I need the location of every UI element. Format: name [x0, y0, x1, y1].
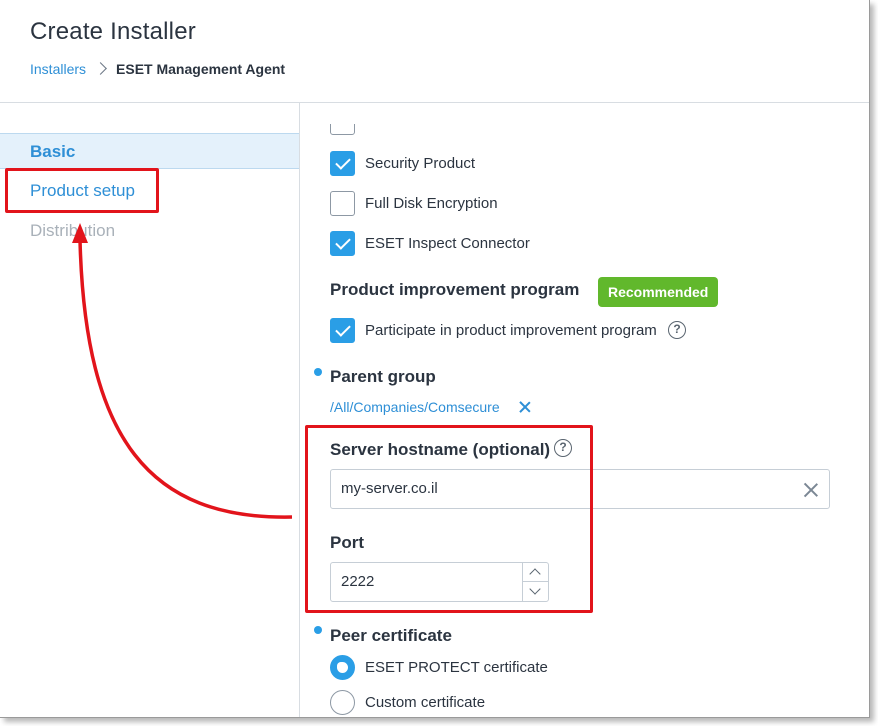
- required-dot-icon: [314, 368, 322, 376]
- improvement-help-icon[interactable]: ?: [668, 321, 686, 339]
- eset-protect-certificate-radio[interactable]: [330, 655, 355, 680]
- required-dot-icon: [314, 626, 322, 634]
- product-setup-highlight: [5, 168, 159, 213]
- clear-hostname-icon[interactable]: [804, 483, 818, 497]
- breadcrumb-installers-link[interactable]: Installers: [30, 61, 86, 77]
- parent-group-heading: Parent group: [330, 367, 436, 386]
- chevron-right-icon: [96, 62, 106, 76]
- nav-item-distribution: Distribution: [30, 221, 116, 240]
- improvement-checkbox[interactable]: [330, 318, 355, 343]
- full-disk-encryption-label: Full Disk Encryption: [365, 195, 498, 212]
- security-product-checkbox[interactable]: [330, 151, 355, 176]
- breadcrumb: Installers ESET Management Agent: [30, 61, 285, 77]
- installer-window: Create Installer Installers ESET Managem…: [0, 0, 870, 718]
- security-product-label: Security Product: [365, 155, 476, 172]
- inspect-connector-label: ESET Inspect Connector: [365, 235, 530, 252]
- improvement-checkbox-label: Participate in product improvement progr…: [365, 322, 657, 339]
- server-settings-highlight: [305, 425, 593, 613]
- remove-parent-group-icon[interactable]: [519, 401, 531, 413]
- full-disk-encryption-checkbox[interactable]: [330, 191, 355, 216]
- recommended-badge: Recommended: [598, 277, 719, 307]
- custom-certificate-label: Custom certificate: [365, 694, 486, 711]
- peer-certificate-heading: Peer certificate: [330, 626, 452, 645]
- eset-protect-certificate-label: ESET PROTECT certificate: [365, 659, 548, 676]
- nav-item-basic[interactable]: Basic: [0, 133, 299, 169]
- custom-certificate-radio[interactable]: [330, 690, 355, 715]
- breadcrumb-current: ESET Management Agent: [116, 61, 286, 77]
- product-checkbox-partial[interactable]: [330, 124, 355, 135]
- page-title: Create Installer: [30, 18, 196, 45]
- inspect-connector-checkbox[interactable]: [330, 231, 355, 256]
- parent-group-link[interactable]: /All/Companies/Comsecure: [330, 399, 500, 415]
- sidebar-divider: [299, 103, 300, 717]
- settings-panel: Security Product Full Disk Encryption ES…: [314, 103, 860, 717]
- improvement-heading: Product improvement program: [330, 280, 580, 299]
